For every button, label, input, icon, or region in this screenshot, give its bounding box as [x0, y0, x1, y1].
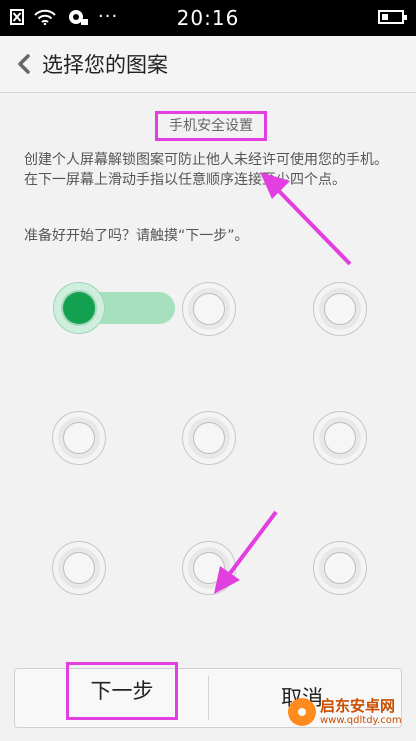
section-title: 手机安全设置: [155, 111, 267, 141]
instruction-text: 创建个人屏幕解锁图案可防止他人未经许可使用您的手机。在下一屏幕上滑动手指以任意顺…: [24, 152, 388, 188]
watermark-url: www.qdltdy.com: [320, 715, 402, 726]
pattern-dot[interactable]: [52, 411, 106, 465]
ready-prompt: 准备好开始了吗？请触摸“下一步”。: [24, 228, 249, 244]
status-bar: ··· 20:16: [0, 0, 416, 36]
pattern-dot[interactable]: [313, 411, 367, 465]
watermark: 启东安卓网 www.qdltdy.com: [288, 697, 402, 727]
title-bar: 选择您的图案: [0, 36, 416, 93]
pattern-dot[interactable]: [182, 282, 236, 336]
watermark-name: 启东安卓网: [320, 697, 396, 715]
watermark-logo-icon: [288, 698, 316, 726]
back-chevron-icon: [18, 54, 30, 74]
pattern-dot-active[interactable]: [53, 282, 105, 334]
pattern-dot[interactable]: [313, 282, 367, 336]
battery-icon: [378, 10, 407, 24]
pattern-dot[interactable]: [182, 541, 236, 595]
pattern-dot[interactable]: [313, 541, 367, 595]
page-title: 选择您的图案: [42, 53, 168, 77]
status-time: 20:16: [176, 6, 240, 30]
back-button[interactable]: [8, 46, 40, 82]
pattern-dot[interactable]: [52, 541, 106, 595]
button-divider: [208, 676, 209, 720]
next-step-button[interactable]: 下一步: [66, 662, 178, 720]
pattern-dot[interactable]: [182, 411, 236, 465]
